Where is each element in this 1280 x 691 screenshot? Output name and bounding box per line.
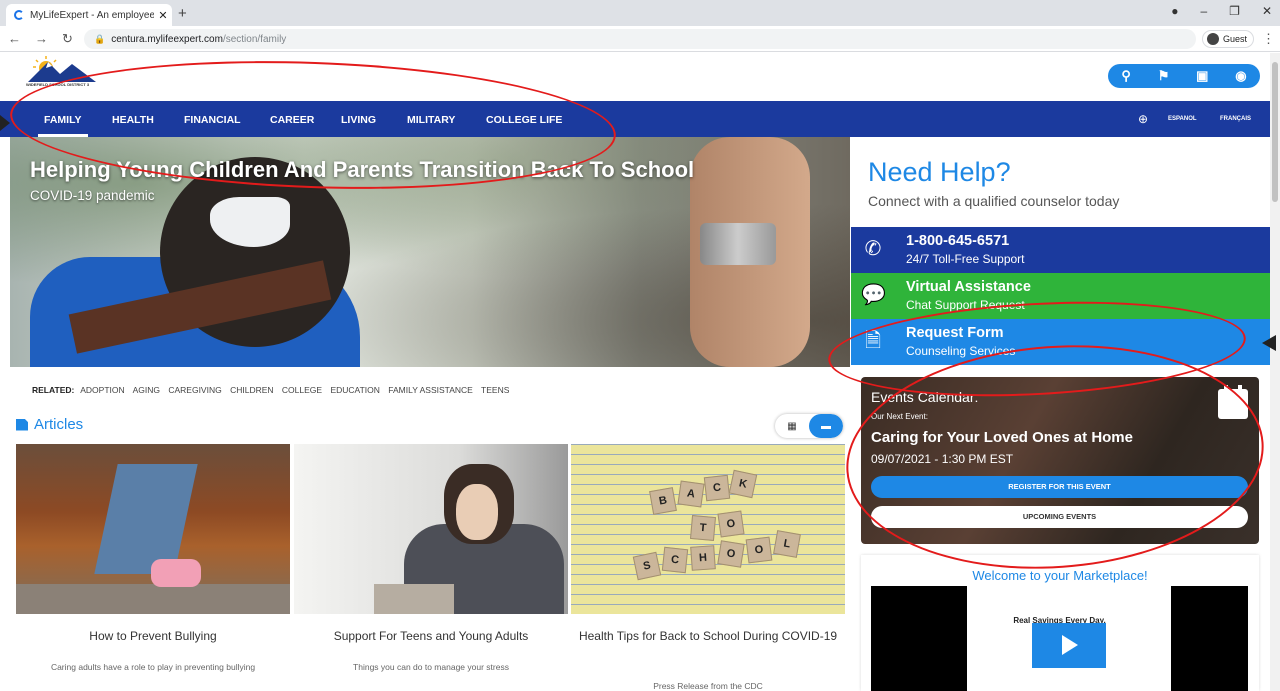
utility-bar: ⚲ ⚑ ▣ ◉ (1108, 64, 1260, 88)
article-title[interactable]: Support For Teens and Young Adults (294, 628, 568, 645)
globe-icon: ⊕ (1138, 112, 1149, 126)
profile-label: Guest (1223, 34, 1248, 44)
chat-icon: 💬 (861, 284, 886, 306)
address-bar-row: ← → ↻ 🔒 centura.mylifeexpert.com /sectio… (0, 26, 1280, 52)
letter-tile: C (703, 474, 731, 502)
need-help-panel: Need Help? Connect with a qualified coun… (851, 137, 1270, 227)
articles-heading-text: Articles (34, 416, 84, 433)
tag-teens[interactable]: TEENS (481, 385, 509, 395)
letter-tile: O (717, 510, 745, 538)
window-controls: ● – ❐ ✕ (1171, 4, 1272, 18)
url-path: /section/family (222, 33, 287, 45)
annotation-arrow-left (0, 115, 10, 131)
articles-heading: Articles (16, 416, 83, 433)
article-image[interactable] (294, 444, 568, 614)
article-image[interactable] (16, 444, 290, 614)
letter-tile: T (689, 514, 717, 542)
marketplace-title: Welcome to your Marketplace! (972, 568, 1148, 583)
letter-tile: L (773, 530, 801, 558)
location-icon[interactable]: ⚑ (1158, 68, 1170, 84)
play-icon[interactable] (1032, 623, 1106, 668)
view-toggle: ▦ ▬ (775, 414, 843, 438)
article-desc: Press Release from the CDC (653, 681, 763, 691)
letter-tile: A (677, 480, 705, 508)
tag-children[interactable]: CHILDREN (230, 385, 273, 395)
back-icon[interactable]: ← (8, 31, 21, 47)
record-icon[interactable]: ● (1171, 4, 1178, 18)
phone-support-button[interactable]: ✆ 1-800-645-6571 24/7 Toll-Free Support (851, 227, 1270, 273)
article-title[interactable]: Health Tips for Back to School During CO… (571, 628, 845, 645)
tag-family-assistance[interactable]: FAMILY ASSISTANCE (388, 385, 473, 395)
article-desc: Things you can do to manage your stress (353, 662, 509, 672)
letter-tile: B (649, 487, 677, 515)
marketplace-panel: Welcome to your Marketplace! Real Saving… (861, 555, 1259, 691)
lock-icon: 🔒 (94, 33, 106, 44)
forward-icon[interactable]: → (35, 31, 48, 47)
close-window-icon[interactable]: ✕ (1262, 4, 1272, 18)
article-card[interactable]: Support For Teens and Young Adults Thing… (294, 444, 568, 691)
profile-avatar-icon (1207, 33, 1219, 45)
phone-number: 1-800-645-6571 (906, 233, 1010, 249)
need-help-subtitle: Connect with a qualified counselor today (868, 193, 1120, 209)
hero-subtitle: COVID-19 pandemic (30, 188, 155, 203)
restore-icon[interactable]: ❐ (1229, 4, 1240, 18)
article-card[interactable]: B A C K T O S C H O O L Health Tips for … (571, 444, 845, 691)
url-field[interactable]: 🔒 centura.mylifeexpert.com /section/fami… (84, 29, 1196, 49)
url-host: centura.mylifeexpert.com (111, 33, 223, 45)
letter-tile: O (745, 536, 773, 564)
browser-menu-icon[interactable]: ⋮ (1262, 31, 1275, 47)
article-title[interactable]: How to Prevent Bullying (16, 628, 290, 645)
letter-tile: H (690, 545, 716, 571)
phone-icon: ✆ (864, 238, 882, 260)
letter-tile: K (728, 469, 758, 499)
chat-title: Virtual Assistance (906, 279, 1031, 295)
article-desc: Caring adults have a role to play in pre… (50, 662, 256, 672)
grid-view-icon[interactable]: ▦ (775, 414, 809, 438)
article-card[interactable]: How to Prevent Bullying Caring adults ha… (16, 444, 290, 691)
browser-tab-bar: MyLifeExpert - An employee well ✕ + ● – … (0, 0, 1280, 26)
close-tab-icon[interactable]: ✕ (154, 9, 172, 22)
tag-caregiving[interactable]: CAREGIVING (168, 385, 221, 395)
need-help-title: Need Help? (868, 157, 1011, 187)
site-favicon-icon (14, 10, 24, 20)
article-image[interactable]: B A C K T O S C H O O L (571, 444, 845, 614)
scrollbar-thumb[interactable] (1272, 62, 1278, 202)
profile-button[interactable]: Guest (1202, 30, 1254, 48)
lang-espanol[interactable]: ESPANOL (1168, 116, 1197, 122)
annotation-arrow-right (1262, 335, 1276, 351)
briefcase-icon[interactable]: ▣ (1196, 68, 1208, 84)
browser-nav-buttons: ← → ↻ (8, 31, 73, 47)
letter-tile: C (661, 546, 689, 574)
related-tags: RELATED: ADOPTION AGING CAREGIVING CHILD… (32, 385, 515, 395)
browser-tab[interactable]: MyLifeExpert - An employee well ✕ (6, 4, 172, 26)
search-icon[interactable]: ⚲ (1121, 68, 1131, 84)
reload-icon[interactable]: ↻ (62, 31, 73, 47)
phone-sub: 24/7 Toll-Free Support (906, 252, 1025, 266)
tag-adoption[interactable]: ADOPTION (80, 385, 124, 395)
tag-college[interactable]: COLLEGE (282, 385, 322, 395)
marketplace-video[interactable]: Real Savings Every Day. (871, 586, 1248, 691)
related-label: RELATED: (32, 385, 75, 395)
lang-francais[interactable]: FRANÇAIS (1220, 116, 1251, 122)
letter-tile: O (717, 540, 745, 568)
tag-education[interactable]: EDUCATION (330, 385, 379, 395)
letter-tile: S (632, 551, 662, 581)
list-view-icon[interactable]: ▬ (809, 414, 843, 438)
document-icon (16, 418, 28, 431)
minimize-icon[interactable]: – (1200, 4, 1207, 18)
tab-title: MyLifeExpert - An employee well (30, 9, 154, 21)
new-tab-icon[interactable]: + (178, 5, 187, 22)
tag-aging[interactable]: AGING (133, 385, 160, 395)
user-icon[interactable]: ◉ (1235, 68, 1246, 84)
